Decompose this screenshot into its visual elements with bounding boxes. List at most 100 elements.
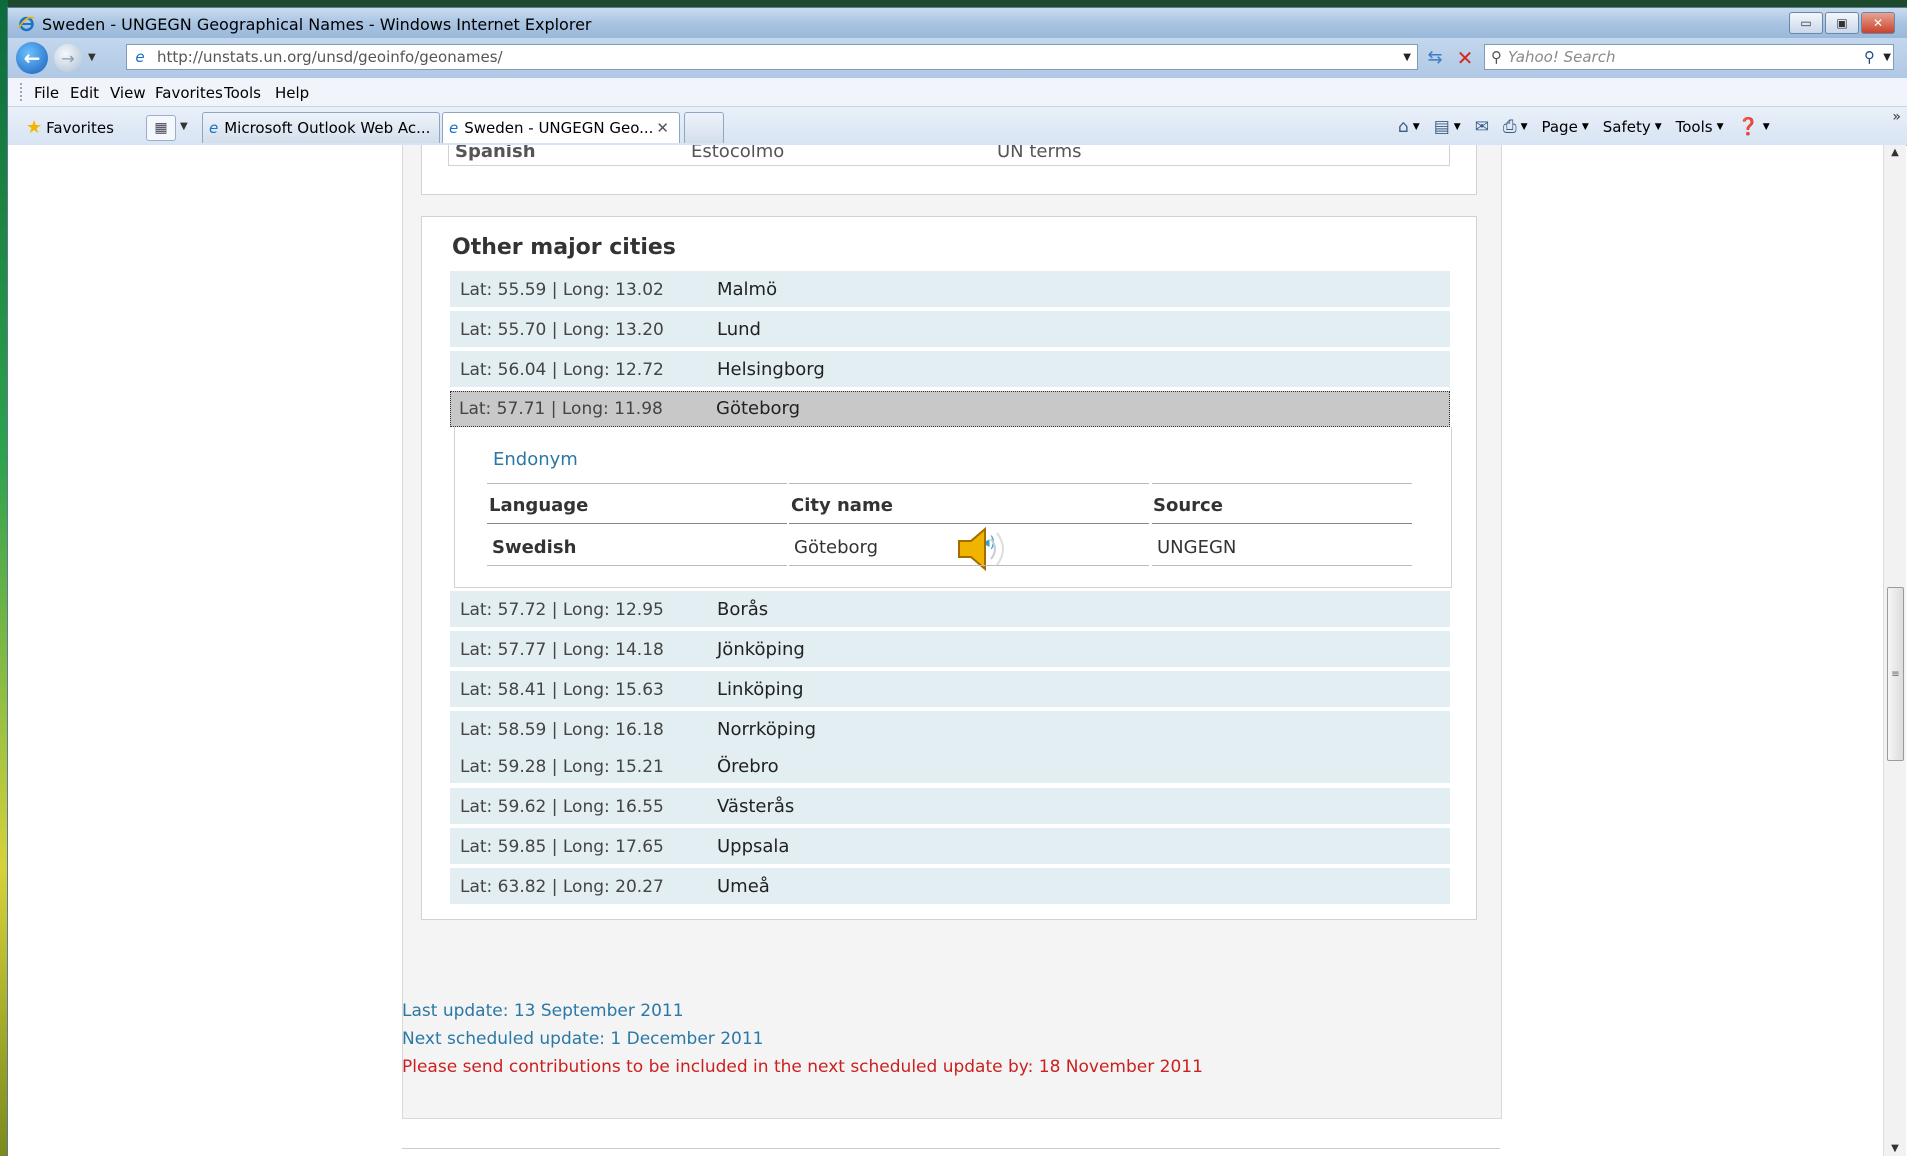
city-name: Örebro — [717, 756, 779, 777]
tools-menu[interactable]: Tools ▼ — [1676, 118, 1724, 136]
city-row-jonkoping[interactable]: Lat: 57.77 | Long: 14.18 Jönköping — [450, 631, 1450, 667]
divider — [1152, 483, 1412, 484]
search-placeholder: Yahoo! Search — [1508, 48, 1616, 66]
print-button[interactable]: ⎙ ▼ — [1503, 117, 1528, 137]
quick-tabs-icon[interactable]: ▦ — [146, 115, 176, 141]
divider — [487, 565, 787, 566]
page-dropdown-icon: ▼ — [1581, 122, 1589, 132]
tab-outlook[interactable]: e Microsoft Outlook Web Ac... — [202, 112, 440, 143]
city-row-vasteras[interactable]: Lat: 59.62 | Long: 16.55 Västerås — [450, 788, 1450, 824]
next-update-text: Next scheduled update: 1 December 2011 — [402, 1029, 764, 1049]
city-name: Helsingborg — [717, 359, 825, 380]
city-row-umea[interactable]: Lat: 63.82 | Long: 20.27 Umeå — [450, 868, 1450, 904]
city-coordinates: Lat: 59.28 | Long: 15.21 — [460, 757, 664, 777]
city-row-helsingborg[interactable]: Lat: 56.04 | Long: 12.72 Helsingborg — [450, 351, 1450, 387]
city-row-lund[interactable]: Lat: 55.70 | Long: 13.20 Lund — [450, 311, 1450, 347]
endonym-title: Endonym — [493, 449, 578, 470]
city-row-goteborg-selected[interactable]: Lat: 57.71 | Long: 11.98 Göteborg — [450, 391, 1450, 427]
maximize-button[interactable]: ▣ — [1825, 12, 1859, 34]
city-name: Borås — [717, 599, 769, 620]
toolbar-overflow-icon[interactable]: » — [1892, 109, 1901, 125]
safety-menu[interactable]: Safety ▼ — [1603, 118, 1662, 136]
page-menu[interactable]: Page ▼ — [1541, 118, 1588, 136]
address-dropdown-icon[interactable]: ▼ — [1403, 52, 1411, 63]
menu-favorites[interactable]: Favorites — [155, 84, 223, 102]
tab-outlook-label: Microsoft Outlook Web Ac... — [224, 119, 431, 137]
divider — [487, 523, 787, 524]
safety-menu-label: Safety — [1602, 118, 1651, 136]
footer-divider — [402, 1148, 1500, 1149]
city-coordinates: Lat: 63.82 | Long: 20.27 — [460, 877, 664, 897]
minimize-button[interactable]: ▭ — [1789, 12, 1823, 34]
city-name: Uppsala — [717, 836, 790, 857]
city-coordinates: Lat: 58.59 | Long: 16.18 — [460, 720, 664, 740]
search-input[interactable]: ⚲ Yahoo! Search ⚲ ▼ — [1484, 44, 1894, 70]
page-menu-label: Page — [1541, 118, 1578, 136]
search-options-icon[interactable]: ▼ — [1883, 52, 1891, 63]
history-dropdown-icon[interactable]: ▼ — [88, 52, 96, 63]
endonym-language: Swedish — [492, 537, 577, 558]
menu-tools[interactable]: Tools — [224, 84, 261, 102]
tools-dropdown-icon: ▼ — [1716, 122, 1724, 132]
search-go-icon[interactable]: ⚲ — [1864, 48, 1875, 66]
help-menu[interactable]: ❓ ▼ — [1738, 117, 1770, 137]
menu-bar: File Edit View Favorites Tools Help — [8, 78, 1907, 107]
home-button[interactable]: ⌂ ▼ — [1398, 117, 1420, 137]
address-input[interactable]: e http://unstats.un.org/unsd/geoinfo/geo… — [126, 44, 1418, 70]
city-row-boras[interactable]: Lat: 57.72 | Long: 12.95 Borås — [450, 591, 1450, 627]
close-button[interactable]: ✕ — [1861, 12, 1895, 34]
back-button[interactable]: ← — [16, 42, 48, 74]
city-coordinates: Lat: 59.85 | Long: 17.65 — [460, 837, 664, 857]
refresh-icon[interactable]: ⇆ — [1424, 47, 1446, 69]
city-name: Norrköping — [717, 719, 817, 740]
safety-dropdown-icon: ▼ — [1654, 122, 1662, 132]
help-dropdown-icon: ▼ — [1762, 122, 1770, 132]
toolbar-grip — [20, 83, 25, 101]
city-row-norrkoping[interactable]: Lat: 58.59 | Long: 16.18 Norrköping Lat:… — [450, 711, 1450, 783]
city-name: Lund — [717, 319, 761, 340]
endonym-city: Göteborg — [794, 537, 879, 558]
section-title: Other major cities — [452, 235, 676, 260]
vertical-scrollbar[interactable]: ▲ ≡ ▼ — [1883, 145, 1906, 1156]
page-content: Spanish Estocolmo UN terms Other major c… — [8, 145, 1883, 1156]
menu-help[interactable]: Help — [275, 84, 309, 102]
speaker-icon[interactable] — [955, 523, 1015, 575]
tab-sweden-label: Sweden - UNGEGN Geo... — [464, 119, 654, 137]
city-name: Västerås — [717, 796, 795, 817]
home-icon: ⌂ — [1398, 117, 1409, 137]
back-arrow-icon: ← — [23, 46, 41, 70]
city-row-uppsala[interactable]: Lat: 59.85 | Long: 17.65 Uppsala — [450, 828, 1450, 864]
other-cities-section: Other major cities Lat: 55.59 | Long: 13… — [421, 216, 1477, 920]
help-icon: ❓ — [1737, 117, 1759, 137]
tab-close-icon[interactable]: ✕ — [656, 119, 669, 137]
menu-edit[interactable]: Edit — [70, 84, 99, 102]
scroll-up-icon[interactable]: ▲ — [1884, 147, 1906, 158]
tab-sweden[interactable]: e Sweden - UNGEGN Geo... ✕ — [442, 112, 680, 143]
feeds-button[interactable]: ▤ ▼ — [1434, 117, 1461, 137]
stop-icon[interactable]: ✕ — [1454, 46, 1476, 70]
menu-view[interactable]: View — [110, 84, 146, 102]
city-coordinates: Lat: 57.77 | Long: 14.18 — [460, 640, 664, 660]
scrollbar-thumb[interactable]: ≡ — [1887, 587, 1904, 761]
forward-button[interactable]: → — [54, 44, 82, 72]
read-mail-button[interactable]: ✉ — [1475, 117, 1489, 137]
mail-icon: ✉ — [1474, 117, 1489, 137]
ie-logo-icon — [18, 16, 35, 32]
address-url: http://unstats.un.org/unsd/geoinfo/geona… — [157, 48, 503, 66]
favorites-button[interactable]: ★ Favorites — [26, 117, 114, 138]
menu-file[interactable]: File — [34, 84, 59, 102]
previous-section: Spanish Estocolmo UN terms — [421, 145, 1477, 195]
city-coordinates: Lat: 57.71 | Long: 11.98 — [459, 399, 663, 419]
tab-list-dropdown-icon[interactable]: ▼ — [180, 121, 188, 132]
city-row-linkoping[interactable]: Lat: 58.41 | Long: 15.63 Linköping — [450, 671, 1450, 707]
divider — [1152, 523, 1412, 524]
forward-arrow-icon: → — [61, 48, 75, 68]
city-row-malmo[interactable]: Lat: 55.59 | Long: 13.02 Malmö — [450, 271, 1450, 307]
printer-icon: ⎙ — [1502, 117, 1517, 137]
new-tab-button[interactable] — [684, 112, 724, 143]
page-icon: e — [135, 48, 145, 66]
scroll-down-icon[interactable]: ▼ — [1884, 1143, 1906, 1154]
title-bar: Sweden - UNGEGN Geographical Names - Win… — [8, 8, 1907, 38]
table-row: Spanish Estocolmo UN terms — [448, 145, 1450, 166]
desktop-background — [0, 0, 8, 1156]
